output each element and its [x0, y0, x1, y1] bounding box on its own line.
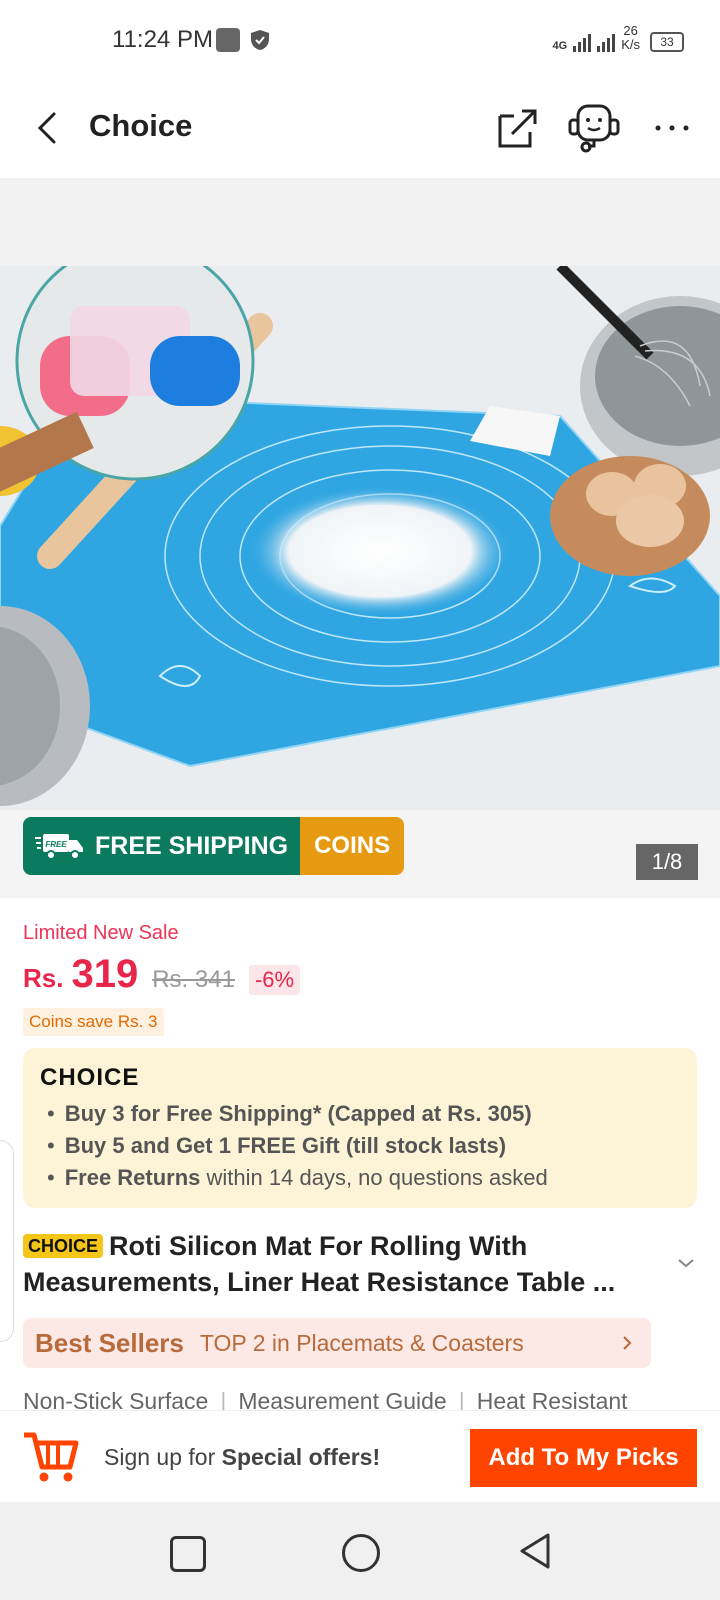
truck-icon: FREE: [35, 834, 83, 860]
home-icon[interactable]: [342, 1534, 380, 1572]
free-shipping-badge: FREE FREE SHIPPING: [23, 817, 301, 875]
benefit-item: • Buy 3 for Free Shipping* (Capped at Rs.…: [47, 1101, 532, 1126]
signup-bold: Special offers!: [221, 1444, 381, 1470]
system-back-icon[interactable]: [518, 1532, 552, 1570]
original-price: Rs. 341: [152, 966, 235, 993]
more-icon[interactable]: [652, 110, 692, 146]
share-icon[interactable]: [496, 106, 540, 150]
choice-tag: CHOICE: [23, 1234, 104, 1258]
status-notification-icons: [216, 28, 272, 52]
cart-icon[interactable]: [22, 1427, 80, 1485]
feature-tag: Heat Resistant: [476, 1388, 628, 1410]
product-photo: [0, 266, 720, 810]
feature-tags: Non-Stick Surface | Measurement Guide | Heat…: [23, 1388, 697, 1410]
bottom-action-bar: Sign up for Special offers! Add To My Pi…: [0, 1410, 720, 1503]
status-time: 11:24 PM: [112, 26, 213, 53]
benefit-bold: Buy 5 and Get 1 FREE Gift (till stock la…: [64, 1133, 507, 1158]
signup-prompt[interactable]: Sign up for Special offers!: [104, 1444, 380, 1471]
product-title[interactable]: CHOICE Roti Silicon Mat For Rolling With …: [23, 1228, 663, 1300]
status-bar: 11:24 PM 4G 26 K/s 33: [0, 0, 720, 80]
free-shipping-label: FREE SHIPPING: [95, 831, 289, 860]
benefit-bold: Buy 3 for Free Shipping* (Capped at Rs. …: [64, 1101, 532, 1126]
best-sellers-label: Best Sellers: [35, 1327, 184, 1358]
benefit-bold: Free Returns: [64, 1165, 201, 1190]
benefit-item: • Free Returns within 14 days, no questio…: [47, 1165, 548, 1190]
benefit-rest: within 14 days, no questions asked: [200, 1165, 548, 1190]
benefits-list: • Buy 3 for Free Shipping* (Capped at Rs.…: [47, 1098, 548, 1194]
system-indicators: 4G 26 K/s 33: [553, 24, 684, 52]
benefit-item: • Buy 5 and Get 1 FREE Gift (till stock l…: [47, 1133, 507, 1158]
add-to-picks-button[interactable]: Add To My Picks: [470, 1429, 697, 1487]
best-sellers-rank: TOP 2 in Placemats & Coasters: [199, 1329, 524, 1356]
customer-support-icon[interactable]: [566, 102, 622, 154]
net-speed-value: 26: [623, 23, 638, 38]
truck-free-label: FREE: [45, 840, 67, 849]
net-speed: 26 K/s: [621, 24, 640, 52]
net-speed-unit: K/s: [621, 37, 640, 52]
coins-save-badge: Coins save Rs. 3: [23, 1008, 164, 1036]
current-price: 319: [71, 952, 139, 996]
chevron-right-icon: [623, 1336, 632, 1350]
image-counter: 1/8: [636, 844, 698, 880]
feature-tag: Non-Stick Surface: [23, 1388, 209, 1410]
price-currency: Rs.: [23, 963, 64, 993]
best-sellers-bar[interactable]: Best Sellers TOP 2 in Placemats & Coaste…: [23, 1318, 651, 1368]
signal-icon-2: [597, 30, 616, 52]
side-drawer-handle[interactable]: [0, 1140, 14, 1342]
choice-logo: CHOICE: [40, 1064, 139, 1092]
network-type: 4G: [552, 40, 568, 52]
battery-icon: 33: [650, 32, 684, 52]
chevron-down-icon[interactable]: [676, 1256, 696, 1270]
recent-apps-icon[interactable]: [170, 1536, 206, 1572]
coins-badge: COINS: [300, 817, 405, 875]
back-icon[interactable]: [32, 110, 64, 146]
app-notification-icon: [216, 28, 240, 52]
system-nav-bar: [0, 1502, 720, 1600]
nav-header: Choice: [0, 80, 720, 178]
limited-sale-label: Limited New Sale: [23, 922, 179, 944]
product-title-text: Roti Silicon Mat For Rolling With Measur…: [23, 1231, 616, 1297]
signup-prefix: Sign up for: [104, 1444, 222, 1470]
discount-badge: -6%: [248, 965, 301, 995]
page-title: Choice: [89, 108, 193, 143]
banner-spacer: [0, 178, 720, 266]
shield-icon: [251, 30, 269, 50]
feature-tag: Measurement Guide: [238, 1388, 447, 1410]
product-image[interactable]: [0, 266, 720, 810]
free-shipping-coins-badge: FREE FREE SHIPPING COINS: [23, 817, 405, 875]
signal-icon: [573, 30, 592, 52]
price-row: Rs. 319 Rs. 341 -6%: [23, 952, 301, 997]
choice-logo-text: CHOICE: [40, 1064, 140, 1091]
choice-benefits-box[interactable]: CHOICE • Buy 3 for Free Shipping* (Capped…: [23, 1048, 697, 1208]
